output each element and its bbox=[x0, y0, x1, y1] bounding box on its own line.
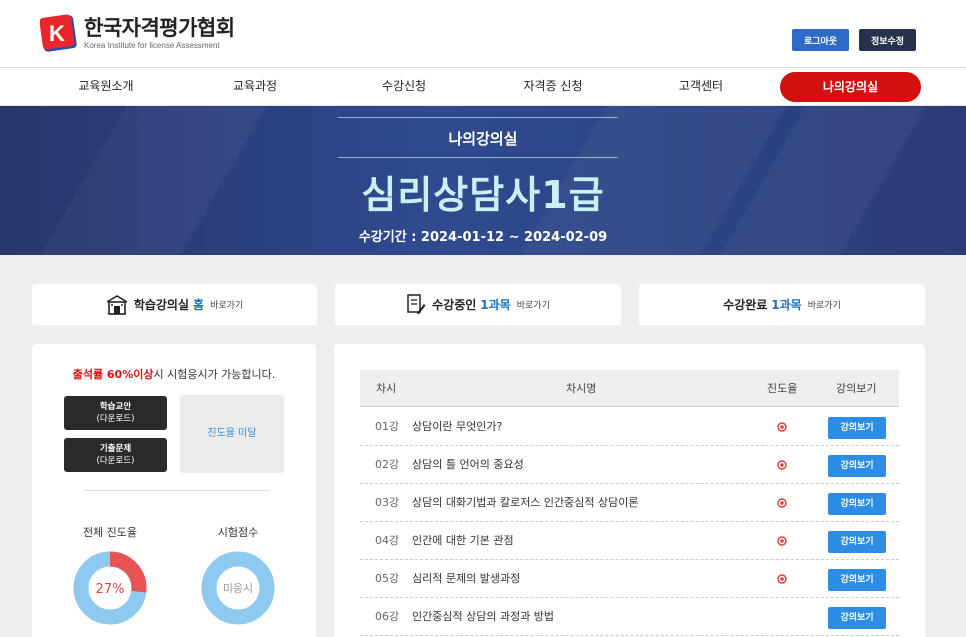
lesson-title[interactable]: 상담의 틀 언어의 중요성 bbox=[412, 446, 524, 484]
watch-lecture-button[interactable]: 강의보기 bbox=[828, 569, 886, 591]
watch-lecture-button[interactable]: 강의보기 bbox=[828, 607, 886, 629]
exam-score-value: 미응시 bbox=[223, 582, 253, 595]
study-material-label: 학습교안 bbox=[99, 402, 132, 412]
table-row: 02강 상담의 틀 언어의 중요성 강의보기 bbox=[360, 446, 899, 484]
header-progress: 진도율 bbox=[767, 382, 798, 395]
completed-card-go: 바로가기 bbox=[807, 301, 841, 311]
page-banner: 나의강의실 심리상담사1급 수강기간 : 2024-01-12 ~ 2024-0… bbox=[0, 106, 966, 255]
exam-score-gauge: 미응시 bbox=[201, 551, 275, 625]
classroom-home-card[interactable]: 학습강의실 홈 바로가기 bbox=[32, 284, 317, 325]
ongoing-card-label: 수강중인 bbox=[432, 298, 477, 312]
progress-not-started-icon bbox=[777, 422, 787, 432]
banner-mid-line bbox=[338, 157, 618, 158]
study-material-sublabel: (다운로드) bbox=[96, 414, 135, 424]
lesson-number: 01강 bbox=[375, 420, 400, 433]
building-icon bbox=[106, 294, 128, 315]
panel-divider bbox=[84, 490, 270, 491]
total-progress-label: 전체 진도율 bbox=[82, 526, 138, 539]
ongoing-card-go: 바로가기 bbox=[516, 301, 550, 311]
document-pen-icon bbox=[406, 293, 426, 316]
progress-not-started-icon bbox=[777, 498, 787, 508]
nav-item-my-classroom[interactable]: 나의강의실 bbox=[780, 72, 921, 102]
watch-lecture-button[interactable]: 강의보기 bbox=[828, 493, 886, 515]
home-card-highlight: 홈 bbox=[193, 298, 205, 312]
edit-profile-button[interactable]: 정보수정 bbox=[859, 29, 916, 51]
lesson-number: 03강 bbox=[375, 496, 400, 509]
logo-mark-icon: K bbox=[39, 14, 78, 52]
completed-card-label: 수강완료 bbox=[723, 298, 768, 312]
table-row: 03강 상담의 대화기법과 칼로저스 인간중심적 상담이론 강의보기 bbox=[360, 484, 899, 522]
table-row: 01강 상담이란 무엇인가? 강의보기 bbox=[360, 408, 899, 446]
nav-item-about[interactable]: 교육원소개 bbox=[56, 68, 156, 106]
nav-item-courses[interactable]: 교육과정 bbox=[205, 68, 305, 106]
attendance-notice-text: 시 시험응시가 가능합니다. bbox=[153, 368, 276, 381]
watch-lecture-button[interactable]: 강의보기 bbox=[828, 455, 886, 477]
logo-title: 한국자격평가협회 bbox=[84, 15, 235, 40]
watch-lecture-button[interactable]: 강의보기 bbox=[828, 531, 886, 553]
nav-item-certificate[interactable]: 자격증 신청 bbox=[498, 68, 608, 106]
lesson-table-header: 차시 차시명 진도율 강의보기 bbox=[360, 370, 899, 407]
completed-courses-card[interactable]: 수강완료 1과목 바로가기 bbox=[639, 284, 925, 325]
total-progress-value: 27% bbox=[96, 582, 125, 597]
lesson-number: 04강 bbox=[375, 534, 400, 547]
completed-card-count: 1과목 bbox=[771, 298, 802, 312]
site-header: K 한국자격평가협회 Korea Institute for license A… bbox=[0, 0, 966, 68]
site-logo[interactable]: K 한국자격평가협회 Korea Institute for license A… bbox=[39, 14, 235, 52]
table-row: 06강 인간중심적 상담의 과정과 방법 강의보기 bbox=[360, 598, 899, 636]
lesson-title[interactable]: 상담의 대화기법과 칼로저스 인간중심적 상담이론 bbox=[412, 484, 639, 522]
banner-subtitle: 나의강의실 bbox=[448, 130, 518, 148]
watch-lecture-button[interactable]: 강의보기 bbox=[828, 417, 886, 439]
lesson-number: 06강 bbox=[375, 610, 400, 623]
table-row: 05강 심리적 문제의 발생과정 강의보기 bbox=[360, 560, 899, 598]
progress-not-started-icon bbox=[777, 536, 787, 546]
progress-status-box: 진도율 미달 bbox=[180, 395, 284, 473]
header-no: 차시 bbox=[376, 382, 397, 395]
past-exam-sublabel: (다운로드) bbox=[96, 456, 135, 466]
nav-item-enroll[interactable]: 수강신청 bbox=[354, 68, 454, 106]
exam-score-label: 시험점수 bbox=[217, 526, 259, 539]
header-title: 차시명 bbox=[566, 382, 597, 395]
progress-not-started-icon bbox=[777, 574, 787, 584]
course-title: 심리상담사1급 bbox=[361, 173, 605, 217]
course-period: 수강기간 : 2024-01-12 ~ 2024-02-09 bbox=[358, 230, 608, 245]
ongoing-card-count: 1과목 bbox=[480, 298, 511, 312]
ongoing-courses-card[interactable]: 수강중인 1과목 바로가기 bbox=[335, 284, 621, 325]
lesson-list-panel: 차시 차시명 진도율 강의보기 01강 상담이란 무엇인가? 강의보기 02강 상담의 … bbox=[334, 344, 925, 637]
progress-panel: 출석률 60%이상시 시험응시가 가능합니다. 학습교안 (다운로드) 기출문제… bbox=[32, 344, 316, 637]
logo-letter: K bbox=[49, 21, 65, 46]
lesson-number: 05강 bbox=[375, 572, 400, 585]
past-exam-download-button[interactable]: 기출문제 (다운로드) bbox=[64, 438, 167, 472]
main-nav: 교육원소개 교육과정 수강신청 자격증 신청 고객센터 나의강의실 bbox=[0, 68, 966, 106]
lesson-number: 02강 bbox=[375, 458, 400, 471]
lesson-title[interactable]: 인간중심적 상담의 과정과 방법 bbox=[412, 598, 554, 636]
total-progress-gauge: 27% bbox=[73, 551, 147, 625]
nav-item-support[interactable]: 고객센터 bbox=[651, 68, 751, 106]
attendance-notice: 출석률 60%이상시 시험응시가 가능합니다. bbox=[32, 366, 316, 382]
attendance-requirement: 출석률 60%이상 bbox=[72, 368, 154, 381]
home-card-label: 학습강의실 bbox=[133, 298, 190, 312]
logout-button[interactable]: 로그아웃 bbox=[792, 29, 849, 51]
lesson-title[interactable]: 심리적 문제의 발생과정 bbox=[412, 560, 520, 598]
table-row: 04강 인간에 대한 기본 관점 강의보기 bbox=[360, 522, 899, 560]
lesson-title[interactable]: 상담이란 무엇인가? bbox=[412, 408, 502, 446]
progress-not-started-icon bbox=[777, 460, 787, 470]
header-watch: 강의보기 bbox=[836, 382, 877, 395]
study-material-download-button[interactable]: 학습교안 (다운로드) bbox=[64, 396, 167, 430]
logo-subtitle: Korea Institute for license Assessment bbox=[84, 40, 220, 50]
past-exam-label: 기출문제 bbox=[99, 444, 132, 454]
lesson-title[interactable]: 인간에 대한 기본 관점 bbox=[412, 522, 514, 560]
home-card-go: 바로가기 bbox=[210, 301, 244, 311]
banner-top-line bbox=[338, 117, 618, 118]
